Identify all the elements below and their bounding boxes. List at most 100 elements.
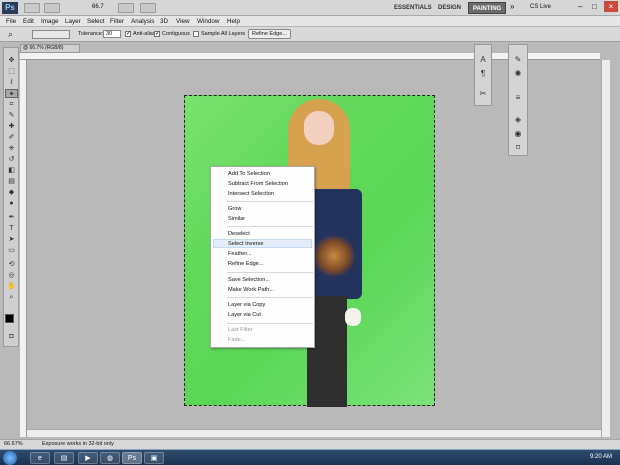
move-tool-icon[interactable]: ✥ [5, 56, 18, 65]
taskbar-folder-icon[interactable]: ▣ [144, 452, 164, 464]
maximize-button[interactable]: □ [592, 2, 597, 11]
healing-brush-tool-icon[interactable]: ✚ [5, 122, 18, 131]
taskbar-ie-icon[interactable]: e [30, 452, 50, 464]
menu-item-deselect[interactable]: Deselect [228, 231, 250, 238]
menu-separator [227, 272, 313, 273]
photo-subject-hand [345, 308, 361, 326]
launch-minibridge-button[interactable] [44, 3, 60, 13]
menu-window[interactable]: Window [197, 17, 219, 26]
zoom-tool-icon[interactable]: ⌕ [5, 293, 18, 302]
menu-view[interactable]: View [176, 17, 190, 26]
photo-subject-sweater-pattern [313, 236, 355, 276]
menu-separator [227, 201, 313, 202]
menu-item-feather[interactable]: Feather... [228, 251, 252, 258]
contiguous-checkbox[interactable] [154, 30, 160, 37]
menu-item-fade: Fade... [228, 337, 246, 343]
menu-item-make-work-path[interactable]: Make Work Path... [228, 287, 274, 294]
tool-presets-icon[interactable]: ✂ [478, 89, 488, 99]
menu-separator [227, 297, 313, 298]
start-button[interactable] [3, 451, 17, 465]
clone-stamp-tool-icon[interactable]: ⎈ [5, 144, 18, 153]
menu-edit[interactable]: Edit [23, 17, 34, 26]
crop-tool-icon[interactable]: ⌗ [5, 100, 18, 109]
menu-select[interactable]: Select [87, 17, 105, 26]
clone-source-panel-icon[interactable]: ✺ [513, 69, 523, 79]
path-selection-tool-icon[interactable]: ➤ [5, 235, 18, 244]
menu-image[interactable]: Image [41, 17, 59, 26]
menu-file[interactable]: File [6, 17, 16, 26]
paths-panel-icon[interactable]: ◉ [513, 129, 523, 139]
magic-wand-preset-icon[interactable]: ⌕ [8, 29, 13, 40]
workspace-design[interactable]: DESIGN [434, 2, 465, 14]
hand-tool-icon[interactable]: ✋ [5, 282, 18, 291]
dodge-tool-icon[interactable]: ● [5, 199, 18, 208]
horizontal-scrollbar[interactable] [27, 429, 601, 437]
selection-mode-buttons[interactable] [32, 30, 70, 39]
character-panel-strip: A ¶ ✂ [474, 44, 492, 106]
menu-item-subtract-from-selection[interactable]: Subtract From Selection [228, 181, 288, 188]
menu-layer[interactable]: Layer [65, 17, 81, 26]
menu-item-add-to-selection[interactable]: Add To Selection [228, 171, 270, 178]
history-brush-tool-icon[interactable]: ↺ [5, 155, 18, 164]
menu-item-refine-edge[interactable]: Refine Edge... [228, 261, 263, 268]
sample-all-layers-checkbox[interactable] [193, 31, 199, 37]
menu-item-select-inverse[interactable]: Select Inverse [228, 241, 263, 248]
refine-edge-button[interactable]: Refine Edge... [248, 29, 291, 39]
close-button[interactable]: × [604, 1, 618, 12]
menu-item-layer-via-cut[interactable]: Layer via Cut [228, 312, 261, 319]
foreground-color-swatch[interactable] [5, 314, 14, 323]
tolerance-label: Tolerance: [78, 31, 104, 37]
channels-panel-icon[interactable]: ◈ [513, 115, 523, 125]
tolerance-input[interactable]: 30 [103, 30, 121, 38]
3d-rotate-tool-icon[interactable]: ⟲ [5, 260, 18, 269]
status-zoom[interactable]: 66.67% [4, 441, 23, 447]
blur-tool-icon[interactable]: ◆ [5, 188, 18, 197]
options-bar: ⌕ Tolerance: 30 Anti-alias Contiguous Sa… [0, 27, 620, 42]
lasso-tool-icon[interactable]: ℓ [5, 78, 18, 87]
cs-live-button[interactable]: CS Live [530, 4, 551, 10]
anti-alias-checkbox[interactable] [125, 30, 131, 37]
taskbar-chrome-icon[interactable]: ◍ [100, 452, 120, 464]
menu-analysis[interactable]: Analysis [131, 17, 154, 26]
menu-item-save-selection[interactable]: Save Selection... [228, 277, 270, 284]
history-panel-icon[interactable]: ⌑ [513, 143, 523, 153]
taskbar-photoshop-icon[interactable]: Ps [122, 452, 142, 464]
eraser-tool-icon[interactable]: ◧ [5, 166, 18, 175]
more-workspaces-button[interactable]: » [510, 2, 514, 11]
menu-filter[interactable]: Filter [110, 17, 124, 26]
menu-item-grow[interactable]: Grow [228, 206, 241, 213]
layers-panel-icon[interactable]: ≡ [513, 93, 523, 103]
marquee-tool-icon[interactable]: ⬚ [5, 67, 18, 76]
minimize-button[interactable]: – [578, 2, 582, 11]
menu-bar: File Edit Image Layer Select Filter Anal… [0, 16, 620, 27]
magic-wand-tool-icon[interactable]: ✦ [5, 89, 18, 98]
paragraph-panel-icon[interactable]: ¶ [478, 69, 488, 79]
taskbar-explorer-icon[interactable]: ▤ [54, 452, 74, 464]
menu-item-similar[interactable]: Similar [228, 216, 245, 223]
workspace-painting[interactable]: PAINTING [468, 2, 507, 14]
zoom-level[interactable]: 66.7 [92, 4, 104, 10]
pen-tool-icon[interactable]: ✒ [5, 213, 18, 222]
menu-help[interactable]: Help [227, 17, 240, 26]
menu-separator [227, 323, 313, 324]
3d-orbit-tool-icon[interactable]: ◎ [5, 271, 18, 280]
shape-tool-icon[interactable]: ▭ [5, 246, 18, 255]
menu-item-layer-via-copy[interactable]: Layer via Copy [228, 302, 265, 309]
document-tab[interactable]: @ 66.7% (RGB/8) [20, 44, 80, 53]
photo-subject-face [304, 111, 334, 145]
quick-mask-icon[interactable]: ◘ [5, 332, 18, 341]
character-panel-icon[interactable]: A [478, 55, 488, 65]
eyedropper-tool-icon[interactable]: ✎ [5, 111, 18, 120]
workspace-essentials[interactable]: ESSENTIALS [390, 2, 436, 14]
brush-panel-icon[interactable]: ✎ [513, 55, 523, 65]
launch-bridge-button[interactable] [24, 3, 40, 13]
brush-tool-icon[interactable]: ✐ [5, 133, 18, 142]
arrange-documents-button[interactable] [140, 3, 156, 13]
menu-item-intersect-selection[interactable]: Intersect Selection [228, 191, 274, 198]
vertical-scrollbar[interactable] [601, 60, 610, 437]
view-extras-button[interactable] [118, 3, 134, 13]
type-tool-icon[interactable]: T [5, 224, 18, 233]
taskbar-media-icon[interactable]: ▶ [78, 452, 98, 464]
gradient-tool-icon[interactable]: ▤ [5, 177, 18, 186]
menu-3d[interactable]: 3D [160, 17, 168, 26]
